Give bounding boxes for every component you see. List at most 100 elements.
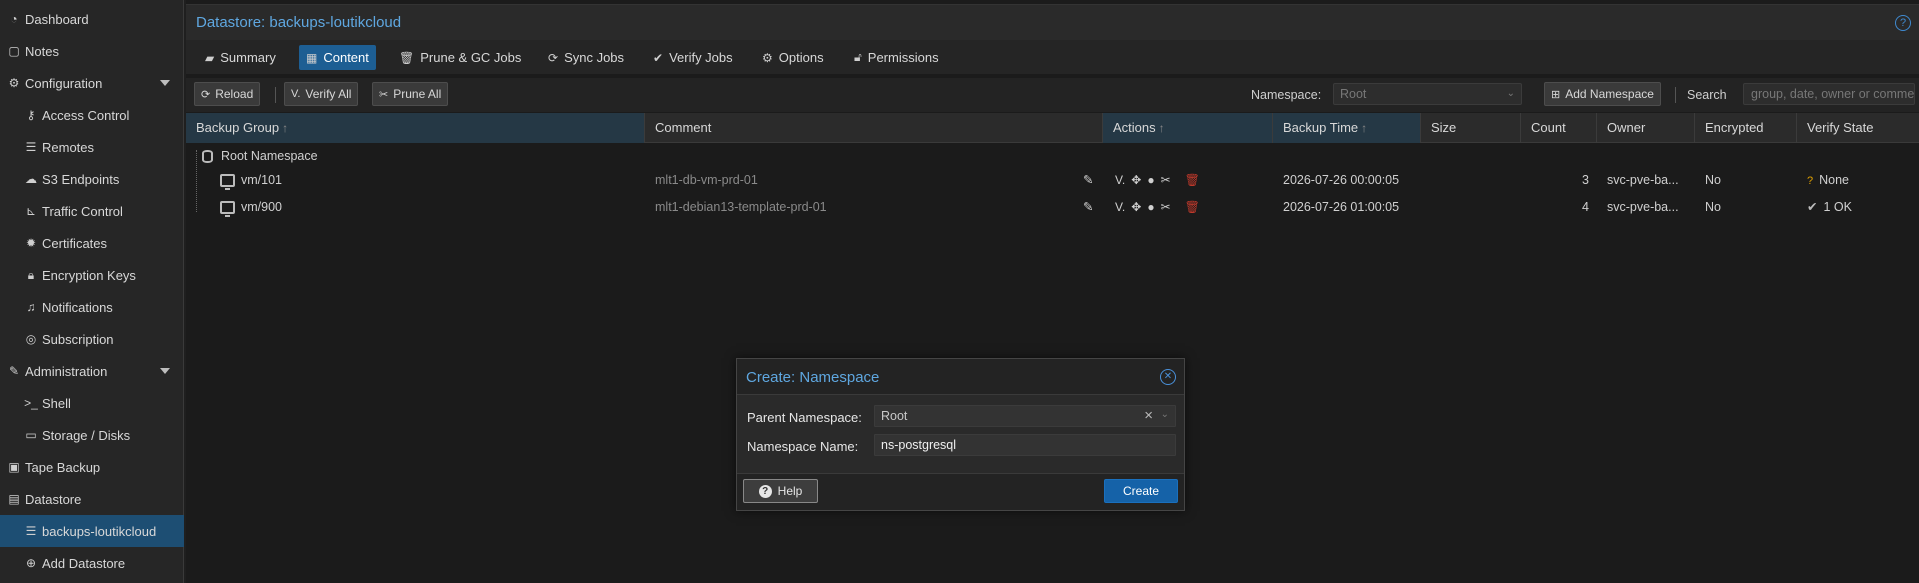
column-backup-group[interactable]: Backup Group ↑ [186,113,645,143]
verify-all-button[interactable]: V. Verify All [284,82,359,106]
monitor-icon [220,174,235,191]
archive-icon: ▤ [8,492,20,506]
prune-all-button[interactable]: ✂ Prune All [372,82,449,106]
sidebar: ◔ Dashboard ▢ Notes ⚙ Configuration ⚷ Access… [0,0,184,583]
column-encrypted[interactable]: Encrypted [1695,113,1797,143]
table-row[interactable]: vm/900 mlt1-debian13-template-prd-01 ✎ V… [186,194,1919,220]
backup-time-cell: 2026-07-26 00:00:05 [1283,173,1400,187]
sidebar-item-access-control[interactable]: ⚷ Access Control [0,99,184,131]
column-owner[interactable]: Owner [1597,113,1695,143]
create-button[interactable]: Create [1104,479,1178,503]
move-icon[interactable]: ✥ [1131,194,1141,220]
table-row-root[interactable]: Root Namespace [186,143,1919,169]
sort-arrow-icon: ↑ [1158,121,1165,135]
lock-icon: 🔒︎ [27,267,35,282]
tab-bar: ▰ Summary ▦ Content 🗑︎ Prune & GC Jobs ⟳ Syn… [186,40,1919,74]
chart-icon: ⊾ [25,204,37,218]
scissors-icon: ✂ [379,88,389,101]
column-actions[interactable]: Actions ↑ [1103,113,1273,143]
clear-icon[interactable]: × [1144,407,1153,424]
chevron-down-icon[interactable] [160,368,170,374]
tab-permissions[interactable]: 🔓︎ Permissions [847,45,946,70]
sidebar-item-tape-backup[interactable]: ▣ Tape Backup [0,451,184,483]
title-bar: Datastore: backups-loutikcloud ? [186,4,1919,40]
sidebar-item-notifications[interactable]: ♫ Notifications [0,291,184,323]
question-circle-icon: ? [758,484,772,498]
sidebar-item-datastore[interactable]: ▤ Datastore [0,483,184,515]
gears-icon: ⚙ [8,76,20,90]
sidebar-item-administration[interactable]: ✎ Administration [0,355,184,387]
owner-cell: svc-pve-ba... [1607,173,1679,187]
scissors-icon[interactable]: ✂ [1161,167,1171,193]
sidebar-item-encryption-keys[interactable]: 🔒︎ Encryption Keys [0,259,184,291]
key-icon: ⚷ [26,108,36,122]
comment-cell: mlt1-debian13-template-prd-01 [655,200,827,214]
toolbar: ⟳ Reload V. Verify All ✂ Prune All Namespac… [186,78,1919,112]
trash-icon: 🗑︎ [399,50,415,65]
namespace-select[interactable]: Root ⌄ [1333,83,1522,105]
tab-content[interactable]: ▦ Content [299,45,376,70]
dialog-footer: ? Help Create [737,473,1184,510]
refresh-icon: ⟳ [548,50,559,65]
toolbar-separator [275,87,276,103]
owner-cell: svc-pve-ba... [1607,200,1679,214]
database-icon: ☰ [25,524,37,538]
sort-arrow-icon: ↑ [282,121,289,135]
tab-prune-gc-jobs[interactable]: 🗑︎ Prune & GC Jobs [392,45,528,70]
notes-icon: ▢ [8,44,20,58]
column-count[interactable]: Count [1521,113,1597,143]
dialog-title: Create: Namespace [746,369,880,386]
user-icon[interactable]: ● [1147,167,1154,193]
sort-arrow-icon: ↑ [1361,121,1368,135]
column-comment[interactable]: Comment [645,113,1103,143]
tab-sync-jobs[interactable]: ⟳ Sync Jobs [541,45,631,70]
verify-icon: V. [291,88,301,100]
namespace-name-input[interactable]: ns-postgresql [874,434,1176,456]
dialog-header: Create: Namespace ✕ [737,359,1184,395]
reload-button[interactable]: ⟳ Reload [194,82,261,106]
sidebar-item-s3-endpoints[interactable]: ☁ S3 Endpoints [0,163,184,195]
backup-time-cell: 2026-07-26 01:00:05 [1283,200,1400,214]
tab-summary[interactable]: ▰ Summary [198,45,283,70]
sidebar-item-certificates[interactable]: ✹ Certificates [0,227,184,259]
add-namespace-button[interactable]: ⊞ Add Namespace [1544,82,1661,106]
column-verify-state[interactable]: Verify State [1797,113,1919,143]
certificate-icon: ✹ [25,236,37,250]
parent-namespace-select[interactable]: Root × ⌄ [874,405,1176,427]
sidebar-item-shell[interactable]: >_ Shell [0,387,184,419]
edit-comment-icon[interactable]: ✎ [1083,194,1093,220]
book-icon: ▰ [205,50,215,65]
scissors-icon[interactable]: ✂ [1161,194,1171,220]
move-icon[interactable]: ✥ [1131,167,1141,193]
table-row[interactable]: vm/101 mlt1-db-vm-prd-01 ✎ V. ✥ ● ✂ 🗑︎ 2026-… [186,167,1919,193]
check-icon: ✔ [1807,200,1818,214]
edit-comment-icon[interactable]: ✎ [1083,167,1093,193]
column-size[interactable]: Size [1421,113,1521,143]
tab-options[interactable]: ⚙ Options [755,45,831,70]
help-button[interactable]: ? Help [743,479,818,503]
sidebar-item-subscription[interactable]: ◎ Subscription [0,323,184,355]
sidebar-item-dashboard[interactable]: ◔ Dashboard [0,3,184,35]
sidebar-item-traffic-control[interactable]: ⊾ Traffic Control [0,195,184,227]
chevron-down-icon[interactable] [160,80,170,86]
sidebar-item-add-datastore[interactable]: ⊕ Add Datastore [0,547,184,579]
sidebar-item-backups-loutikcloud[interactable]: ☰ backups-loutikcloud [0,515,184,547]
help-icon[interactable]: ? [1895,15,1911,31]
verify-icon[interactable]: V. [1115,167,1125,193]
tab-verify-jobs[interactable]: ✔ Verify Jobs [646,45,740,70]
user-icon[interactable]: ● [1147,194,1154,220]
search-input[interactable]: group, date, owner or comment [1743,83,1915,105]
bell-icon: ♫ [26,300,36,314]
verify-icon[interactable]: V. [1115,194,1125,220]
comment-cell: mlt1-db-vm-prd-01 [655,173,758,187]
sidebar-item-configuration[interactable]: ⚙ Configuration [0,67,184,99]
sidebar-item-notes[interactable]: ▢ Notes [0,35,184,67]
chevron-down-icon[interactable]: ⌄ [1161,409,1169,420]
trash-icon[interactable]: 🗑︎ [1185,167,1200,193]
close-icon[interactable]: ✕ [1160,369,1176,385]
sidebar-item-remotes[interactable]: ☰ Remotes [0,131,184,163]
column-backup-time[interactable]: Backup Time ↑ [1273,113,1421,143]
sidebar-item-storage-disks[interactable]: ▭ Storage / Disks [0,419,184,451]
trash-icon[interactable]: 🗑︎ [1185,194,1200,220]
terminal-icon: >_ [24,396,38,410]
